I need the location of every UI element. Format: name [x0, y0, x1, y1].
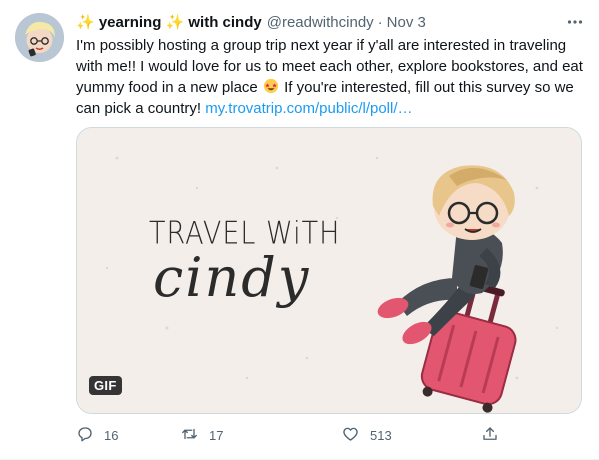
- gif-badge: GIF: [89, 376, 122, 395]
- like-button[interactable]: 513: [341, 424, 392, 446]
- gif-media[interactable]: TRAVEL WiTH cindy GIF: [76, 127, 582, 414]
- separator-dot: ·: [377, 13, 383, 31]
- retweet-icon: [180, 425, 199, 446]
- retweet-button[interactable]: 17: [180, 424, 223, 446]
- tweet-date[interactable]: Nov 3: [387, 14, 426, 31]
- tweet[interactable]: ✨ yearning ✨ with cindy @readwithcindy ·…: [0, 0, 599, 460]
- share-icon: [481, 425, 499, 446]
- author-handle[interactable]: @readwithcindy: [267, 14, 374, 31]
- survey-link[interactable]: my.trovatrip.com/public/l/poll/…: [205, 100, 412, 117]
- share-button[interactable]: [481, 424, 499, 446]
- tweet-text: I'm possibly hosting a group trip next y…: [76, 35, 588, 119]
- media-caption-script: cindy: [153, 246, 311, 309]
- tweet-actions: 16 17 513: [76, 424, 506, 446]
- more-options-icon[interactable]: [565, 12, 585, 32]
- heart-icon: [341, 425, 360, 446]
- author-name[interactable]: ✨ yearning ✨ with cindy: [76, 13, 262, 31]
- like-count: 513: [370, 427, 392, 443]
- avatar[interactable]: [15, 13, 64, 62]
- tweet-header: ✨ yearning ✨ with cindy @readwithcindy ·…: [76, 12, 579, 32]
- reply-button[interactable]: 16: [76, 424, 118, 446]
- retweet-count: 17: [209, 427, 224, 443]
- reply-count: 16: [104, 427, 119, 443]
- star-struck-emoji-icon: [262, 78, 280, 94]
- reply-icon: [76, 425, 94, 446]
